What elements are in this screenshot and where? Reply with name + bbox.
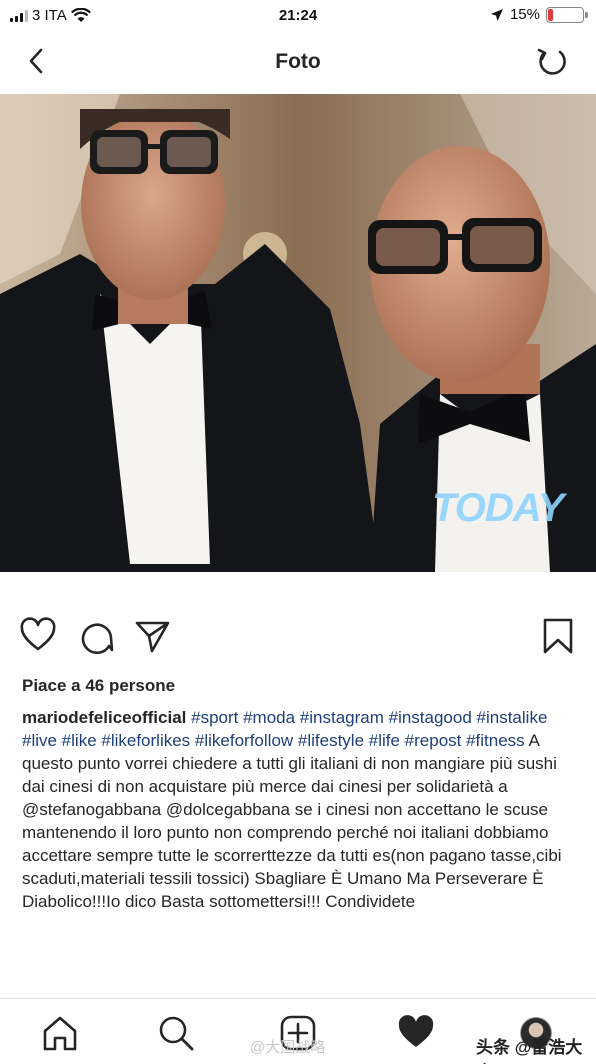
- toutiao-watermark: 头条 @雷浩大大: [476, 1038, 583, 1064]
- search-icon[interactable]: [156, 1013, 196, 1053]
- bookmark-icon[interactable]: [538, 616, 578, 656]
- status-bar: 3 ITA 21:24 15%: [0, 0, 596, 32]
- battery-fill: [548, 8, 553, 21]
- page-title: Foto: [275, 50, 321, 73]
- comment-icon[interactable]: [76, 616, 116, 656]
- caption-username[interactable]: mariodefeliceofficial: [22, 708, 186, 727]
- status-right: 15%: [490, 6, 588, 23]
- post-actions: [0, 616, 596, 660]
- refresh-icon[interactable]: [534, 44, 570, 80]
- post-caption: mariodefeliceofficial #sport #moda #inst…: [22, 706, 574, 913]
- photo-watermark: TODAY: [432, 486, 564, 530]
- home-icon[interactable]: [40, 1013, 80, 1053]
- location-icon: [490, 8, 503, 21]
- send-icon[interactable]: [132, 616, 172, 656]
- battery-icon: [546, 6, 588, 23]
- nav-bar: Foto: [0, 32, 596, 92]
- likes-count[interactable]: Piace a 46 persone: [22, 676, 175, 696]
- heart-icon[interactable]: [18, 616, 58, 656]
- caption-text: A questo punto vorrei chiedere a tutti g…: [22, 731, 562, 911]
- post-photo[interactable]: TODAY: [0, 94, 596, 572]
- weibo-watermark: @大国战略: [250, 1039, 326, 1056]
- battery-percent: 15%: [509, 6, 540, 23]
- heart-filled-icon[interactable]: [396, 1013, 436, 1053]
